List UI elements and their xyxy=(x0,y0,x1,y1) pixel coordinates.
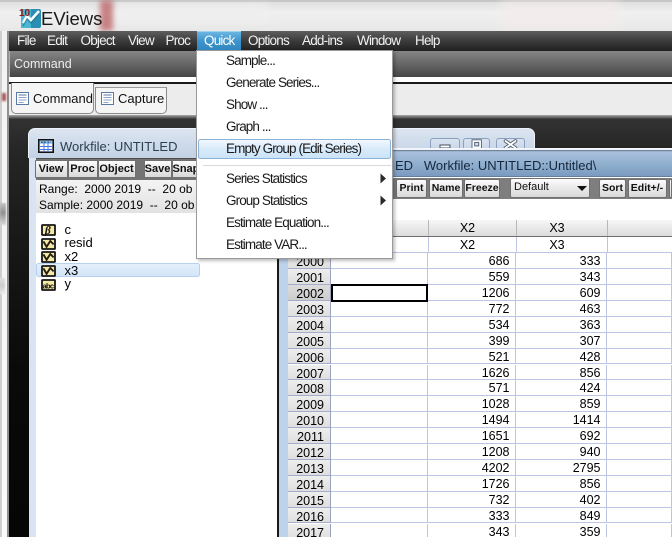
svg-text:abc: abc xyxy=(43,281,55,290)
svg-text:β: β xyxy=(44,225,51,236)
svg-text:10: 10 xyxy=(19,8,31,19)
